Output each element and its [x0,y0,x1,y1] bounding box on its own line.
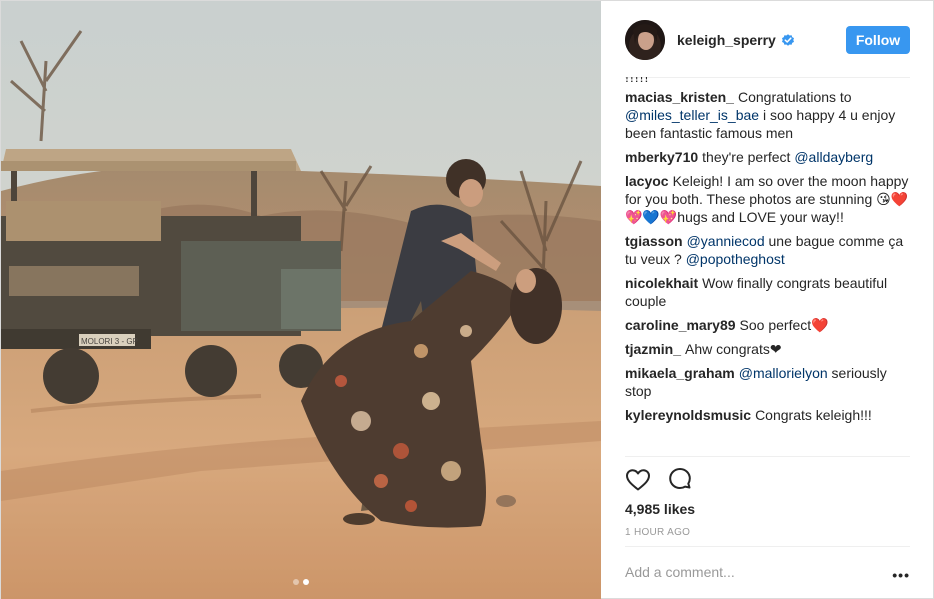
comment-username[interactable]: tjazmin_ [625,341,681,357]
comment-username[interactable]: kylereynoldsmusic [625,407,751,423]
heart-icon[interactable] [625,467,651,493]
divider [625,546,910,547]
carousel-dot [293,579,299,585]
comment-text: Congrats keleigh!!! [755,407,872,423]
author-username[interactable]: keleigh_sperry [677,32,776,48]
truncated-comment: !!!!! [625,77,650,85]
post-photo[interactable]: MOLORI 3 - GP [1,1,601,599]
carousel-indicator [1,579,601,585]
mention-link[interactable]: @mallorielyon [739,365,828,381]
mention-link[interactable]: @alldayberg [794,149,873,165]
post-timestamp[interactable]: 1 HOUR AGO [625,527,690,538]
comment-username[interactable]: tgiasson [625,233,683,249]
comment-text: Soo perfect❤️ [739,317,829,333]
comment-text: they're perfect [702,149,795,165]
comment-item: tgiasson @yanniecod une bague comme ça tu… [625,232,910,268]
divider [625,456,910,457]
verified-badge-icon [781,34,794,46]
comment-username[interactable]: lacyoc [625,173,669,189]
mention-link[interactable]: @miles_teller_is_bae [625,107,759,123]
comment-username[interactable]: macias_kristen_ [625,89,734,105]
comment-username[interactable]: mikaela_graham [625,365,735,381]
comment-item: tjazmin_ Ahw congrats❤ [625,340,910,358]
post-sidebar: keleigh_sperry Follow !!!!! macias_krist… [601,1,934,599]
comment-text: Congratulations to [737,89,852,105]
comment-item: caroline_mary89 Soo perfect❤️ [625,316,910,334]
comment-username[interactable]: nicolekhait [625,275,698,291]
avatar[interactable] [625,20,665,60]
comment-item: kylereynoldsmusic Congrats keleigh!!! [625,406,910,424]
add-comment-input[interactable] [625,564,895,580]
comment-item: lacyoc Keleigh! I am so over the moon hap… [625,172,910,226]
post-header: keleigh_sperry Follow [601,1,934,79]
comment-icon[interactable] [667,467,693,493]
carousel-dot-active [303,579,309,585]
comment-list[interactable]: !!!!! macias_kristen_ Congratulations to … [625,77,910,456]
action-bar [625,467,693,493]
comment-text: Ahw congrats❤ [685,341,782,357]
avatar-image [625,20,665,60]
comment-item: mberky710 they're perfect @alldayberg [625,148,910,166]
likes-count[interactable]: 4,985 likes [625,501,695,517]
comment-item: nicolekhait Wow finally congrats beautifu… [625,274,910,310]
more-options-icon[interactable]: ••• [892,567,910,583]
comment-username[interactable]: mberky710 [625,149,698,165]
comment-item: macias_kristen_ Congratulations to @miles… [625,88,910,142]
follow-button[interactable]: Follow [846,26,910,54]
mention-link[interactable]: @popotheghost [686,251,785,267]
comment-username[interactable]: caroline_mary89 [625,317,736,333]
author-info: keleigh_sperry [677,32,795,48]
comment-item: mikaela_graham @mallorielyon seriously st… [625,364,910,400]
post-window: MOLORI 3 - GP keleigh_sperry Follow !!!!… [0,0,934,599]
safari-dance-photo: MOLORI 3 - GP [1,1,601,599]
mention-link[interactable]: @yanniecod [687,233,765,249]
